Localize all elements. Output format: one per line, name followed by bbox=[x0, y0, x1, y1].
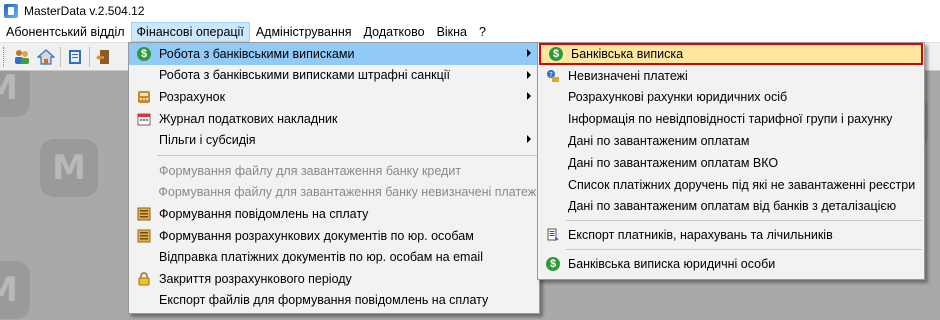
home-icon[interactable] bbox=[36, 47, 56, 67]
toolbar-separator bbox=[60, 46, 61, 67]
submenu-item-loaded-payments[interactable]: Дані по завантаженим оплатам bbox=[538, 130, 924, 152]
menu-separator bbox=[566, 220, 922, 222]
calendar-icon bbox=[129, 112, 159, 126]
window-title: MasterData v.2.504.12 bbox=[24, 4, 145, 18]
menu-item-bank-statements-penalties[interactable]: Робота з банківськими виписками штрафні … bbox=[129, 65, 539, 87]
menu-item-calculation[interactable]: Розрахунок bbox=[129, 86, 539, 108]
submenu-item-undefined-payments[interactable]: ? Невизначені платежі bbox=[538, 65, 924, 87]
menu-separator bbox=[157, 154, 537, 156]
menu-additional[interactable]: Додатково bbox=[358, 22, 431, 42]
submenu-item-export-payers[interactable]: Експорт платників, нарахувань та лічильн… bbox=[538, 224, 924, 246]
submenu-item-loaded-payments-vko[interactable]: Дані по завантаженим оплатам ВКО bbox=[538, 152, 924, 174]
menu-separator bbox=[566, 249, 922, 251]
list-icon bbox=[129, 207, 159, 221]
menu-item-legal-entity-documents[interactable]: Формування розрахункових документів по ю… bbox=[129, 225, 539, 247]
financial-operations-menu: $ Робота з банківськими виписками Робота… bbox=[128, 42, 540, 314]
menu-administration[interactable]: Адміністрування bbox=[250, 22, 358, 42]
dollar-icon: $ bbox=[549, 46, 563, 61]
watermark-logo-icon: M bbox=[0, 261, 30, 319]
menu-item-payment-notices[interactable]: Формування повідомлень на сплату bbox=[129, 203, 539, 225]
menu-subscribers[interactable]: Абонентський відділ bbox=[0, 22, 131, 42]
question-coin-icon: ? bbox=[538, 69, 568, 83]
menu-item-bank-undefined-payments-file: Формування файлу для завантаження банку … bbox=[158, 185, 539, 200]
chevron-right-icon bbox=[527, 92, 531, 101]
chevron-right-icon bbox=[527, 135, 531, 144]
submenu-item-bank-statement-legal[interactable]: $ Банківська виписка юридичні особи bbox=[538, 253, 924, 275]
menu-item-benefits-subsidies[interactable]: Пільги і субсидія bbox=[129, 129, 539, 151]
app-icon bbox=[4, 4, 18, 18]
title-bar: MasterData v.2.504.12 bbox=[0, 0, 940, 22]
submenu-item-loaded-payments-detailed[interactable]: Дані по завантаженим оплатам від банків … bbox=[538, 196, 924, 218]
toolbar-separator bbox=[89, 46, 90, 67]
chevron-right-icon bbox=[527, 70, 531, 79]
menu-help[interactable]: ? bbox=[473, 22, 492, 42]
submenu-item-bank-statement[interactable]: $ Банківська виписка bbox=[539, 43, 923, 65]
watermark-logo-icon: M bbox=[0, 71, 30, 117]
watermark-logo-icon: M bbox=[40, 139, 98, 197]
menu-bar: Абонентський відділ Фінансові операції А… bbox=[0, 22, 940, 43]
menu-windows[interactable]: Вікна bbox=[431, 22, 473, 42]
book-icon[interactable] bbox=[65, 47, 85, 67]
dollar-icon: $ bbox=[137, 46, 151, 61]
menu-item-close-period[interactable]: Закриття розрахункового періоду bbox=[129, 268, 539, 290]
menu-item-bank-credit-file: Формування файлу для завантаження банку … bbox=[159, 163, 462, 178]
chevron-right-icon bbox=[527, 49, 531, 57]
export-doc-icon bbox=[538, 228, 568, 242]
users-icon[interactable] bbox=[12, 47, 32, 67]
submenu-item-tariff-mismatch-info[interactable]: Інформація по невідповідності тарифної г… bbox=[538, 108, 924, 130]
submenu-item-legal-entity-accounts[interactable]: Розрахункові рахунки юридичних осіб bbox=[538, 87, 924, 109]
menu-item-send-documents-email[interactable]: Відправка платіжних документів по юр. ос… bbox=[129, 246, 539, 268]
menu-financial-operations[interactable]: Фінансові операції bbox=[130, 22, 250, 42]
menu-item-bank-statements[interactable]: $ Робота з банківськими виписками bbox=[129, 43, 539, 65]
submenu-item-payment-orders-list[interactable]: Список платіжних доручень під які не зав… bbox=[538, 174, 924, 196]
calculator-icon bbox=[129, 90, 159, 104]
bank-statements-submenu: $ Банківська виписка ? Невизначені плате… bbox=[537, 42, 925, 280]
toolbar-grip[interactable] bbox=[3, 46, 7, 67]
list-icon bbox=[129, 229, 159, 243]
dollar-icon: $ bbox=[546, 257, 560, 272]
menu-item-export-notice-files[interactable]: Експорт файлів для формування повідомлен… bbox=[129, 290, 539, 312]
lock-icon bbox=[129, 272, 159, 286]
exit-door-icon[interactable] bbox=[94, 47, 114, 67]
menu-item-tax-invoices-journal[interactable]: Журнал податкових накладник bbox=[129, 108, 539, 130]
